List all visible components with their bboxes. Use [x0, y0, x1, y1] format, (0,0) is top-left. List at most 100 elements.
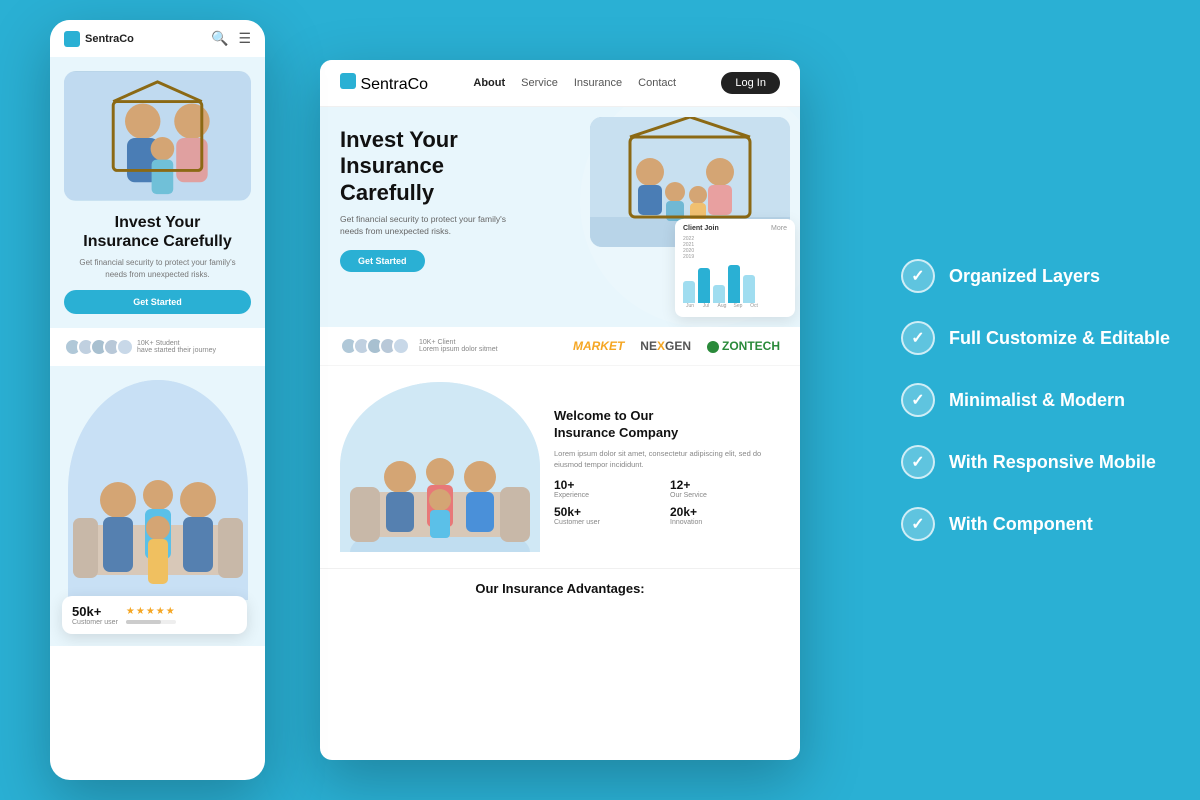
desktop-logo: SentraCo: [340, 73, 428, 94]
mobile-logo-icon: [64, 31, 80, 47]
stat-innovation: 20k+ Innovation: [670, 505, 780, 526]
bar-4: [728, 265, 740, 303]
bar-3: [713, 285, 725, 303]
stats-grid: 10+ Experience 12+ Our Service 50k+ Cust…: [554, 478, 780, 526]
bar-5: [743, 275, 755, 303]
check-icon-5: [901, 507, 935, 541]
nav-links: About Service Insurance Contact: [473, 77, 676, 89]
search-icon[interactable]: 🔍: [211, 30, 228, 47]
login-button[interactable]: Log In: [721, 72, 780, 94]
mobile-rating-card: 50k+ Customer user ★★★★★: [62, 596, 247, 634]
mobile-client-avatars: [64, 338, 129, 356]
nav-link-insurance[interactable]: Insurance: [574, 77, 622, 89]
mobile-hero: Invest Your Insurance Carefully Get fina…: [50, 57, 265, 328]
month-jul: Jul: [699, 303, 713, 309]
clients-strip: 10K+ Client Lorem ipsum dolor sitmet MAR…: [320, 327, 800, 366]
mobile-family-image: [68, 380, 248, 600]
nav-link-service[interactable]: Service: [521, 77, 558, 89]
mobile-brand-name: SentraCo: [85, 33, 134, 45]
welcome-section: Welcome to Our Insurance Company Lorem i…: [320, 366, 800, 568]
chart-bars: [683, 263, 787, 303]
welcome-image: [340, 382, 540, 552]
desktop-preview: SentraCo About Service Insurance Contact…: [320, 60, 800, 760]
brand-zontech: ZONTECH: [707, 339, 780, 353]
month-sep: Sep: [731, 303, 745, 309]
mobile-hero-subtitle: Get financial security to protect your f…: [64, 257, 251, 279]
chart-month-labels: Jun Jul Aug Sep Oct: [683, 303, 787, 309]
chart-title: Client Join: [683, 225, 719, 232]
mobile-preview: SentraCo 🔍 ☰: [50, 20, 265, 780]
mobile-family-section: 50k+ Customer user ★★★★★: [50, 366, 265, 646]
mobile-cta-button[interactable]: Get Started: [64, 290, 251, 314]
feature-label-2: Full Customize & Editable: [949, 328, 1170, 349]
main-container: SentraCo About Service Insurance Contact…: [0, 0, 1200, 800]
feature-label-5: With Component: [949, 514, 1093, 535]
hero-text-block: Invest Your Insurance Carefully Get fina…: [340, 127, 506, 272]
brand-logos: MARKET NEXGEN ZONTECH: [573, 339, 780, 353]
rating-count: 50k+: [72, 604, 118, 619]
check-icon-3: [901, 383, 935, 417]
brand-market: MARKET: [573, 339, 624, 353]
stat-service: 12+ Our Service: [670, 478, 780, 499]
stat-experience: 10+ Experience: [554, 478, 664, 499]
welcome-title: Welcome to Our Insurance Company: [554, 408, 780, 442]
hero-title: Invest Your Insurance Carefully: [340, 127, 506, 206]
bar-1: [683, 281, 695, 303]
chart-more: More: [771, 225, 787, 232]
chart-header: Client Join More: [683, 225, 787, 232]
desktop-nav: SentraCo About Service Insurance Contact…: [320, 60, 800, 107]
rating-bar-fill: [126, 620, 161, 624]
zontech-icon: [707, 341, 719, 353]
brand-nexgen: NEXGEN: [640, 339, 691, 353]
chart-card: Client Join More 2022202120202019: [675, 219, 795, 317]
check-icon-2: [901, 321, 935, 355]
client-info: 10K+ Client Lorem ipsum dolor sitmet: [419, 339, 498, 353]
welcome-desc: Lorem ipsum dolor sit amet, consectetur …: [554, 448, 780, 471]
feature-label-1: Organized Layers: [949, 266, 1100, 287]
mobile-logo: SentraCo: [64, 31, 134, 47]
logo-icon: [340, 73, 356, 89]
insurance-section: Our Insurance Advantages:: [320, 568, 800, 608]
month-oct: Oct: [747, 303, 761, 309]
avatar-5: [392, 337, 410, 355]
rating-label: Customer user: [72, 619, 118, 626]
chart-years: 2022202120202019: [683, 236, 787, 260]
feature-label-3: Minimalist & Modern: [949, 390, 1125, 411]
mobile-avatar-5: [116, 338, 134, 356]
feature-customize: Full Customize & Editable: [901, 321, 1170, 355]
feature-label-4: With Responsive Mobile: [949, 452, 1156, 473]
stat-customers: 50k+ Customer user: [554, 505, 664, 526]
menu-icon[interactable]: ☰: [238, 30, 251, 47]
rating-info: 50k+ Customer user: [72, 604, 118, 626]
feature-responsive-mobile: With Responsive Mobile: [901, 445, 1170, 479]
mobile-client-info: 10K+ Student have started their journey: [137, 340, 216, 354]
welcome-family-svg: [340, 382, 540, 552]
check-icon-4: [901, 445, 935, 479]
welcome-text: Welcome to Our Insurance Company Lorem i…: [554, 408, 780, 526]
hero-cta-button[interactable]: Get Started: [340, 250, 425, 272]
rating-bar: [126, 620, 176, 624]
mobile-nav-icons: 🔍 ☰: [211, 30, 251, 47]
mobile-clients: 10K+ Student have started their journey: [50, 328, 265, 366]
nav-link-contact[interactable]: Contact: [638, 77, 676, 89]
nav-link-about[interactable]: About: [473, 77, 505, 89]
desktop-hero: Invest Your Insurance Carefully Get fina…: [320, 107, 800, 327]
check-icon-1: [901, 259, 935, 293]
rating-stars-area: ★★★★★: [126, 606, 176, 624]
feature-minimalist: Minimalist & Modern: [901, 383, 1170, 417]
feature-organized-layers: Organized Layers: [901, 259, 1170, 293]
mobile-hero-svg: [64, 71, 251, 201]
hero-subtitle: Get financial security to protect your f…: [340, 214, 506, 238]
mobile-family-svg: [68, 380, 248, 600]
features-list: Organized Layers Full Customize & Editab…: [901, 259, 1170, 541]
month-jun: Jun: [683, 303, 697, 309]
insurance-title: Our Insurance Advantages:: [340, 581, 780, 596]
mobile-nav: SentraCo 🔍 ☰: [50, 20, 265, 57]
preview-area: SentraCo About Service Insurance Contact…: [50, 20, 800, 780]
desktop-brand-name: SentraCo: [360, 76, 428, 93]
month-aug: Aug: [715, 303, 729, 309]
bar-2: [698, 268, 710, 303]
mobile-hero-title: Invest Your Insurance Carefully: [64, 213, 251, 251]
feature-component: With Component: [901, 507, 1170, 541]
mobile-hero-image: [64, 71, 251, 201]
